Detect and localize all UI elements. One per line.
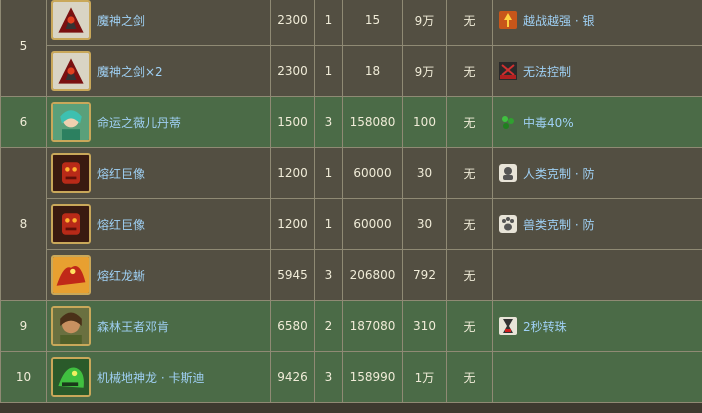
monster-name-link[interactable]: 命运之薇儿丹蒂 — [97, 114, 181, 131]
extra-value: 无 — [446, 351, 493, 403]
extra-value: 无 — [446, 249, 493, 301]
attack-value: 158990 — [342, 351, 403, 403]
attack-value: 187080 — [342, 300, 403, 352]
attack-value: 206800 — [342, 249, 403, 301]
monster-cell: 熔红龙蜥 — [46, 249, 271, 301]
skill-cell: 人类克制 · 防 — [492, 147, 702, 199]
monster-name-link[interactable]: 魔神之剑×2 — [97, 63, 163, 80]
stage-number: 8 — [0, 147, 47, 301]
skill-cell: 2秒转珠 — [492, 300, 702, 352]
cd-value: 1 — [314, 0, 343, 46]
hp-value: 6580 — [270, 300, 315, 352]
hp-value: 1200 — [270, 198, 315, 250]
skill-cell: 中毒40% — [492, 96, 702, 148]
attack-value: 60000 — [342, 147, 403, 199]
extra-value: 无 — [446, 45, 493, 97]
monster-name-link[interactable]: 魔神之剑 — [97, 12, 145, 29]
hp-value: 2300 — [270, 45, 315, 97]
skill-cell: 越战越强 · 银 — [492, 0, 702, 46]
table-row: 10 机械地神龙 · 卡斯迪 9426 3 158990 1万 无 — [0, 351, 702, 403]
extra-value: 无 — [446, 198, 493, 250]
cd-value: 3 — [314, 96, 343, 148]
hp-value: 2300 — [270, 0, 315, 46]
extra-value: 无 — [446, 0, 493, 46]
skill-name-link[interactable]: 无法控制 — [523, 63, 571, 80]
table-row: 熔红龙蜥 5945 3 206800 792 无 — [1, 249, 702, 301]
cd-value: 2 — [314, 300, 343, 352]
skill-name-link[interactable]: 越战越强 · 银 — [523, 12, 594, 29]
skill-cell — [492, 249, 702, 301]
hp-value: 9426 — [270, 351, 315, 403]
stat-disabled-icon — [499, 62, 517, 80]
table-row: 熔红巨像 1200 1 60000 30 无 兽类克制 · 防 — [1, 198, 702, 250]
stage-monster-table: 5 魔神之剑 2300 1 15 9万 无 越战越强 · 银 魔神之剑×2 23… — [0, 0, 702, 403]
crimson-dragon-portrait[interactable] — [51, 255, 91, 295]
defense-value: 100 — [402, 96, 447, 148]
cd-value: 1 — [314, 147, 343, 199]
attack-value: 158080 — [342, 96, 403, 148]
monster-name-link[interactable]: 熔红龙蜥 — [97, 267, 145, 284]
monster-cell: 森林王者邓肯 — [46, 300, 271, 352]
skill-cell: 兽类克制 · 防 — [492, 198, 702, 250]
demon-sword-portrait[interactable] — [51, 51, 91, 91]
defense-value: 1万 — [402, 351, 447, 403]
hp-value: 5945 — [270, 249, 315, 301]
monster-cell: 魔神之剑×2 — [46, 45, 271, 97]
rage-up-icon — [499, 11, 517, 29]
monster-cell: 魔神之剑 — [46, 0, 271, 46]
cd-value: 1 — [314, 198, 343, 250]
skill-cell: 无法控制 — [492, 45, 702, 97]
monster-cell: 熔红巨像 — [46, 198, 271, 250]
defense-value: 9万 — [402, 0, 447, 46]
cd-value: 1 — [314, 45, 343, 97]
stage-number: 10 — [0, 351, 47, 403]
hp-value: 1500 — [270, 96, 315, 148]
mech-dragon-portrait[interactable] — [51, 357, 91, 397]
stage-number: 9 — [0, 300, 47, 352]
human-fist-icon — [499, 164, 517, 182]
defense-value: 30 — [402, 147, 447, 199]
monster-cell: 熔红巨像 — [46, 147, 271, 199]
skill-name-link[interactable]: 2秒转珠 — [523, 318, 567, 335]
poison-icon — [499, 113, 517, 131]
stage-number: 5 — [0, 0, 47, 97]
monster-name-link[interactable]: 机械地神龙 · 卡斯迪 — [97, 369, 204, 386]
hp-value: 1200 — [270, 147, 315, 199]
table-row: 9 森林王者邓肯 6580 2 187080 310 无 2秒转珠 — [0, 300, 702, 352]
monster-cell: 机械地神龙 · 卡斯迪 — [46, 351, 271, 403]
extra-value: 无 — [446, 147, 493, 199]
table-row: 5 魔神之剑 2300 1 15 9万 无 越战越强 · 银 — [0, 0, 702, 97]
skill-name-link[interactable]: 兽类克制 · 防 — [523, 216, 594, 233]
verdandi-portrait[interactable] — [51, 102, 91, 142]
table-row: 魔神之剑×2 2300 1 18 9万 无 无法控制 — [1, 45, 702, 97]
attack-value: 60000 — [342, 198, 403, 250]
beast-paw-icon — [499, 215, 517, 233]
defense-value: 310 — [402, 300, 447, 352]
skill-name-link[interactable]: 中毒40% — [523, 114, 574, 131]
duncan-portrait[interactable] — [51, 306, 91, 346]
crimson-golem-portrait[interactable] — [51, 153, 91, 193]
defense-value: 792 — [402, 249, 447, 301]
extra-value: 无 — [446, 300, 493, 352]
cd-value: 3 — [314, 351, 343, 403]
demon-sword-portrait[interactable] — [51, 0, 91, 40]
defense-value: 9万 — [402, 45, 447, 97]
monster-name-link[interactable]: 熔红巨像 — [97, 165, 145, 182]
table-row: 6 命运之薇儿丹蒂 1500 3 158080 100 无 中毒40% — [0, 96, 702, 148]
defense-value: 30 — [402, 198, 447, 250]
extra-value: 无 — [446, 96, 493, 148]
table-row: 8 熔红巨像 1200 1 60000 30 无 人类克制 · 防 — [0, 147, 702, 301]
hourglass-icon — [499, 317, 517, 335]
skill-cell — [492, 351, 702, 403]
monster-cell: 命运之薇儿丹蒂 — [46, 96, 271, 148]
monster-name-link[interactable]: 森林王者邓肯 — [97, 318, 169, 335]
crimson-golem-portrait[interactable] — [51, 204, 91, 244]
skill-name-link[interactable]: 人类克制 · 防 — [523, 165, 594, 182]
attack-value: 15 — [342, 0, 403, 46]
stage-number: 6 — [0, 96, 47, 148]
cd-value: 3 — [314, 249, 343, 301]
monster-name-link[interactable]: 熔红巨像 — [97, 216, 145, 233]
attack-value: 18 — [342, 45, 403, 97]
